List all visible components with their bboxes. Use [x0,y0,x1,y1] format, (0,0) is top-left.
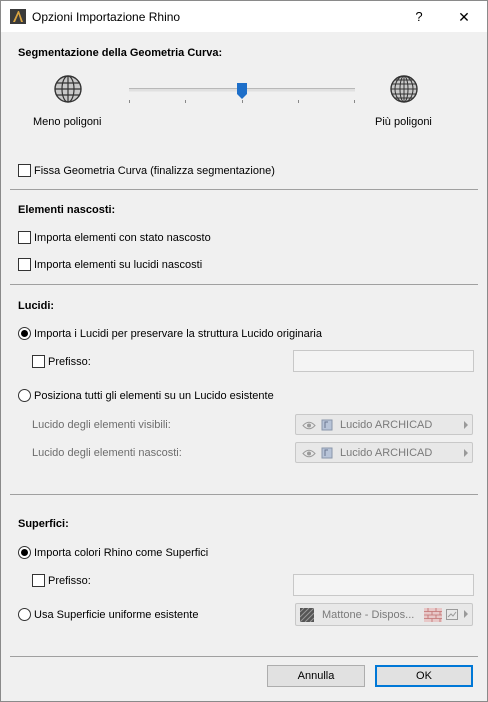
slider-tick [298,100,299,103]
preserve-layers-radio[interactable] [18,327,31,340]
hidden-layer-popup[interactable]: Lucido ARCHICAD [295,442,473,463]
visible-layer-popup[interactable]: Lucido ARCHICAD [295,414,473,435]
window-title: Opzioni Importazione Rhino [32,10,181,24]
close-button[interactable]: ✕ [447,6,481,28]
segmentation-title: Segmentazione della Geometria Curva: [18,47,223,59]
import-colors-radio[interactable] [18,546,31,559]
popup-arrow-icon [464,449,468,457]
layer-prefix-checkbox[interactable] [32,355,45,368]
layer-prefix-input[interactable] [293,350,474,372]
more-polygons-label: Più poligoni [375,116,432,128]
image-settings-icon [446,609,458,620]
separator [10,284,478,285]
visible-layer-label: Lucido degli elementi visibili: [32,419,171,431]
slider-tick [354,100,355,103]
existing-layer-radio[interactable] [18,389,31,402]
surface-prefix-checkbox[interactable] [32,574,45,587]
eye-icon [302,421,316,430]
separator [10,189,478,190]
layers-title: Lucidi: [18,300,55,312]
uniform-surface-label: Usa Superficie uniforme esistente [34,609,199,621]
import-colors-label: Importa colori Rhino come Superfici [34,547,209,559]
uniform-surface-popup[interactable]: Mattone - Dispos... [295,603,473,626]
archicad-app-icon [10,9,26,24]
slider-tick [129,100,130,103]
surface-prefix-label: Prefisso: [48,575,91,587]
low-poly-sphere-icon [54,75,82,103]
fix-geometry-checkbox[interactable] [18,164,31,177]
surface-swatch-icon [300,608,314,622]
high-poly-sphere-icon [390,75,418,103]
import-hidden-label: Importa elementi con stato nascosto [34,232,211,244]
layer-icon [321,419,333,431]
slider-tick [185,100,186,103]
rhino-import-dialog: Opzioni Importazione Rhino ? ✕ Segmentaz… [0,0,488,702]
less-polygons-label: Meno poligoni [33,116,102,128]
hidden-layer-value: Lucido ARCHICAD [340,447,433,459]
title-bar: Opzioni Importazione Rhino ? ✕ [1,1,487,32]
surface-prefix-input[interactable] [293,574,474,596]
hidden-layer-label: Lucido degli elementi nascosti: [32,447,182,459]
visible-layer-value: Lucido ARCHICAD [340,419,433,431]
surfaces-title: Superfici: [18,518,69,530]
existing-layer-label: Posiziona tutti gli elementi su un Lucid… [34,390,274,402]
layer-icon [321,447,333,459]
hidden-elements-title: Elementi nascosti: [18,204,116,216]
separator [10,656,478,657]
layer-prefix-label: Prefisso: [48,356,91,368]
import-hidden-layers-label: Importa elementi su lucidi nascosti [34,259,203,271]
uniform-surface-value: Mattone - Dispos... [322,609,415,621]
popup-arrow-icon [464,421,468,429]
fix-geometry-label: Fissa Geometria Curva (finalizza segment… [34,165,275,177]
eye-icon [302,449,316,458]
preserve-layers-label: Importa i Lucidi per preservare la strut… [34,328,322,340]
segmentation-slider-thumb[interactable] [237,83,247,99]
ok-button[interactable]: OK [375,665,473,687]
uniform-surface-radio[interactable] [18,608,31,621]
separator [10,494,478,495]
cancel-button[interactable]: Annulla [267,665,365,687]
import-hidden-checkbox[interactable] [18,231,31,244]
brick-pattern-icon [424,608,442,622]
help-button[interactable]: ? [407,6,431,28]
popup-arrow-icon [464,610,468,618]
slider-tick [242,100,243,103]
import-hidden-layers-checkbox[interactable] [18,258,31,271]
